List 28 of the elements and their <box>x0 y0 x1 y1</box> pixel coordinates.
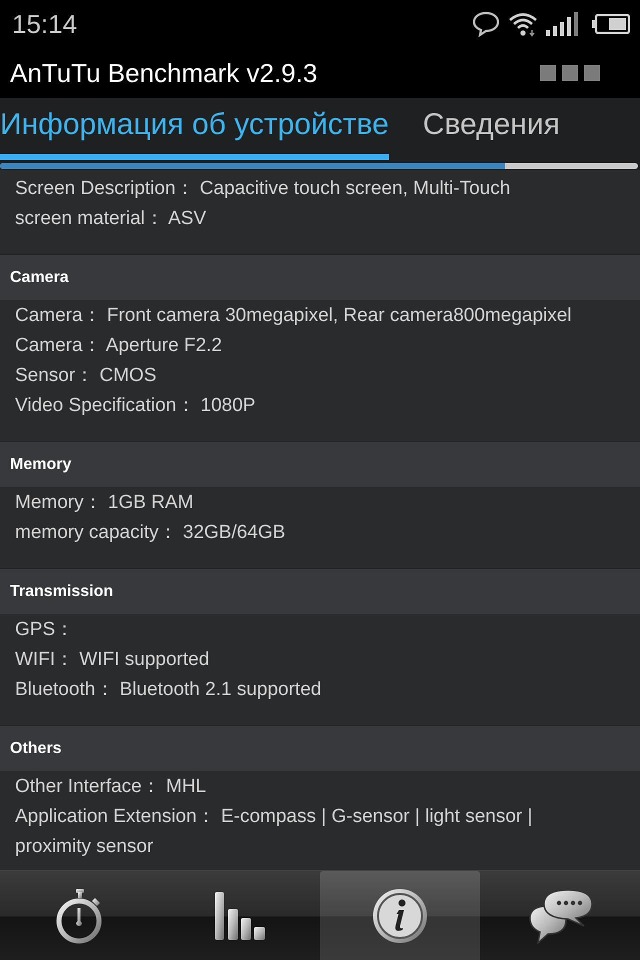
tab[interactable]: Сведения <box>422 98 560 160</box>
wifi-icon <box>508 11 538 37</box>
info-row-text: Memory： 1GB RAM <box>15 491 194 515</box>
signal-icon <box>546 12 578 36</box>
battery-icon <box>592 14 630 34</box>
info-row-text: Screen Description： Capacitive touch screen, Multi-Touch <box>15 177 512 201</box>
info-row-text: Application Extension： E-compass | G-sensor | light sensor | proximity sensor <box>15 805 534 859</box>
nav-tab[interactable] <box>320 871 480 960</box>
info-row-text: Other Interface： MHL <box>15 775 208 799</box>
info-row-text: GPS： <box>15 618 76 642</box>
info-row-text: Camera： Aperture F2.2 <box>15 334 223 358</box>
info-row-text: Camera： Front camera 30megapixel, Rear camera800megapixel <box>15 304 573 328</box>
info-row-text: Sensor： CMOS <box>15 364 158 388</box>
info-icon <box>372 888 428 944</box>
app-title: AnTuTu Benchmark v2.9.3 <box>10 60 318 86</box>
bar-chart-icon <box>214 890 266 940</box>
speech-bubble-icon <box>472 11 500 37</box>
status-time: 15:14 <box>12 11 78 37</box>
info-row-text: screen material： ASV <box>15 207 208 231</box>
section-header: Transmission <box>0 568 640 614</box>
section-header: Others <box>0 725 640 771</box>
overflow-menu-icon[interactable] <box>540 65 602 81</box>
info-row-text: memory capacity： 32GB/64GB <box>15 521 286 545</box>
info-row-text: Bluetooth： Bluetooth 2.1 supported <box>15 678 322 702</box>
section-header: Memory <box>0 441 640 487</box>
info-row-text: WIFI： WIFI supported <box>15 648 210 672</box>
section-header: Camera <box>0 254 640 300</box>
info-row-text: Video Specification： 1080P <box>15 394 256 418</box>
